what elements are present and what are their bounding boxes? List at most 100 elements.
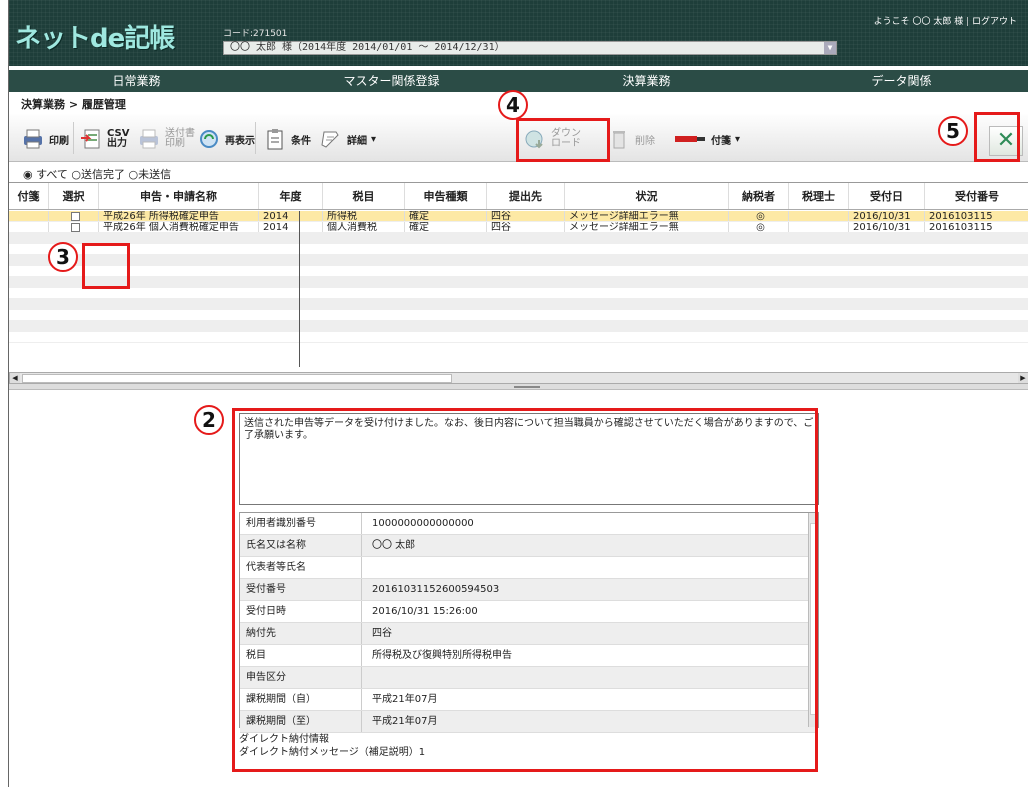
scroll-right-icon[interactable]: ▶ [1018, 373, 1028, 383]
pane-splitter[interactable] [9, 384, 1028, 390]
table-cell: 四谷 [487, 222, 565, 232]
filter-sent-radio[interactable]: ○ [71, 168, 81, 181]
table-cell: 2014 [259, 222, 323, 232]
menu-master[interactable]: マスター関係登録 [264, 70, 519, 92]
csv-file-icon [81, 129, 100, 149]
grip-icon [514, 386, 540, 388]
table-row[interactable]: 平成26年 個人消費税確定申告 2014 個人消費税 確定 四谷 メッセージ詳細… [9, 222, 1028, 233]
table-cell: 2014 [259, 211, 323, 221]
csv-export-label: CSV 出力 [107, 128, 130, 149]
filter-unsent-radio[interactable]: ○ [129, 168, 139, 181]
table-cell: 平成26年 個人消費税確定申告 [99, 222, 259, 232]
row-select-checkbox[interactable] [71, 212, 80, 221]
callout-number: 4 [498, 90, 528, 120]
delete-button[interactable]: 削除 [607, 124, 655, 154]
send-status-filter: ◉ すべて ○送信完了 ○未送信 [23, 166, 171, 182]
empty-row [9, 321, 1028, 332]
send-document-print-button[interactable]: 送付書 印刷 [137, 124, 195, 154]
client-code: コード:271501 [223, 29, 288, 39]
frozen-column-divider [299, 211, 300, 367]
grid-header: 付箋 選択 申告・申請名称 年度 税目 申告種類 提出先 状況 納税者 税理士 … [9, 183, 1028, 210]
send-document-print-label: 送付書 印刷 [165, 128, 195, 149]
column-header[interactable]: 税目 [323, 183, 405, 209]
column-header[interactable]: 提出先 [487, 183, 565, 209]
printer-icon [140, 129, 158, 149]
chevron-down-icon: ▾ [371, 133, 377, 145]
clipboard-icon [267, 129, 283, 150]
fiscal-year-selector[interactable]: 〇〇 太郎 様（2014年度 2014/01/01 ～ 2014/12/31） … [223, 41, 837, 55]
header-bar: ネットde記帳 コード:271501 〇〇 太郎 様（2014年度 2014/0… [9, 0, 1028, 66]
table-cell [49, 222, 99, 232]
refresh-button[interactable]: 再表示 [197, 124, 255, 154]
column-header[interactable]: 状況 [565, 183, 729, 209]
empty-row [9, 332, 1028, 343]
grid-horizontal-scrollbar[interactable]: ◀ ▶ [9, 372, 1028, 384]
app-logo: ネットde記帳 [15, 24, 175, 54]
empty-row [9, 266, 1028, 277]
row-select-checkbox[interactable] [71, 223, 80, 232]
callout-number: 3 [48, 242, 78, 272]
table-cell [9, 211, 49, 221]
logout-link[interactable]: ログアウト [972, 17, 1017, 27]
filter-all-label: すべて [36, 168, 68, 181]
table-cell: ◎ [729, 211, 789, 221]
printer-icon [24, 129, 42, 149]
table-cell: ◎ [729, 222, 789, 232]
column-header[interactable]: 申告種類 [405, 183, 487, 209]
callout-number: 5 [938, 116, 968, 146]
callout-box-download [516, 118, 610, 162]
scroll-left-icon[interactable]: ◀ [10, 373, 20, 383]
trash-icon [613, 131, 625, 149]
table-cell [49, 211, 99, 221]
filter-sent-label: 送信完了 [81, 168, 126, 181]
tag-button[interactable]: 付箋 ▾ [673, 124, 740, 154]
column-header[interactable]: 申告・申請名称 [99, 183, 259, 209]
condition-button[interactable]: 条件 [263, 124, 311, 154]
table-cell: 2016103115 [929, 222, 993, 232]
filter-all-radio[interactable]: ◉ [23, 168, 33, 181]
tag-label: 付箋 [711, 135, 731, 147]
column-header[interactable]: 付箋 [9, 183, 49, 209]
table-cell: メッセージ詳細エラー無 [565, 222, 729, 232]
table-row[interactable]: 平成26年 所得税確定申告 2014 所得税 確定 四谷 メッセージ詳細エラー無… [9, 211, 1028, 222]
scroll-icon [321, 131, 339, 148]
menu-closing[interactable]: 決算業務 [519, 70, 774, 92]
column-header[interactable]: 税理士 [789, 183, 849, 209]
toolbar-divider [255, 122, 256, 154]
empty-row [9, 233, 1028, 244]
empty-row [9, 288, 1028, 299]
refresh-icon [200, 130, 218, 148]
column-header[interactable]: 受付日 [849, 183, 925, 209]
breadcrumb: 決算業務 > 履歴管理 [21, 98, 126, 111]
menu-data[interactable]: データ関係 [774, 70, 1028, 92]
welcome-area: ようこそ 〇〇 太郎 様 | ログアウト [873, 17, 1017, 27]
chevron-down-icon[interactable]: ▼ [824, 42, 836, 54]
column-header[interactable]: 受付番号 [925, 183, 1028, 209]
detail-button[interactable]: 詳細 ▾ [319, 124, 376, 154]
chevron-down-icon: ▾ [735, 133, 741, 145]
column-header[interactable]: 年度 [259, 183, 323, 209]
filter-unsent-label: 未送信 [138, 168, 172, 181]
callout-number: 2 [194, 405, 224, 435]
welcome-text: ようこそ 〇〇 太郎 様 [873, 17, 964, 27]
scrollbar-thumb[interactable] [22, 374, 452, 383]
column-header[interactable]: 選択 [49, 183, 99, 209]
table-cell: 個人消費税 [323, 222, 405, 232]
table-cell: 所得税 [323, 211, 405, 221]
table-cell: 平成26年 所得税確定申告 [99, 211, 259, 221]
table-cell [789, 211, 849, 221]
column-header[interactable]: 納税者 [729, 183, 789, 209]
fiscal-year-selector-value: 〇〇 太郎 様（2014年度 2014/01/01 ～ 2014/12/31） [230, 42, 505, 53]
csv-export-button[interactable]: CSV 出力 [79, 124, 129, 154]
detail-label: 詳細 [347, 135, 367, 147]
table-cell: 四谷 [487, 211, 565, 221]
callout-box-detail [232, 408, 818, 772]
callout-box-checkbox [82, 243, 130, 289]
callout-box-close [974, 112, 1020, 162]
empty-row [9, 255, 1028, 266]
print-button[interactable]: 印刷 [21, 124, 69, 154]
menu-daily[interactable]: 日常業務 [9, 70, 264, 92]
delete-label: 削除 [635, 135, 655, 147]
empty-row [9, 244, 1028, 255]
table-cell: 確定 [405, 211, 487, 221]
